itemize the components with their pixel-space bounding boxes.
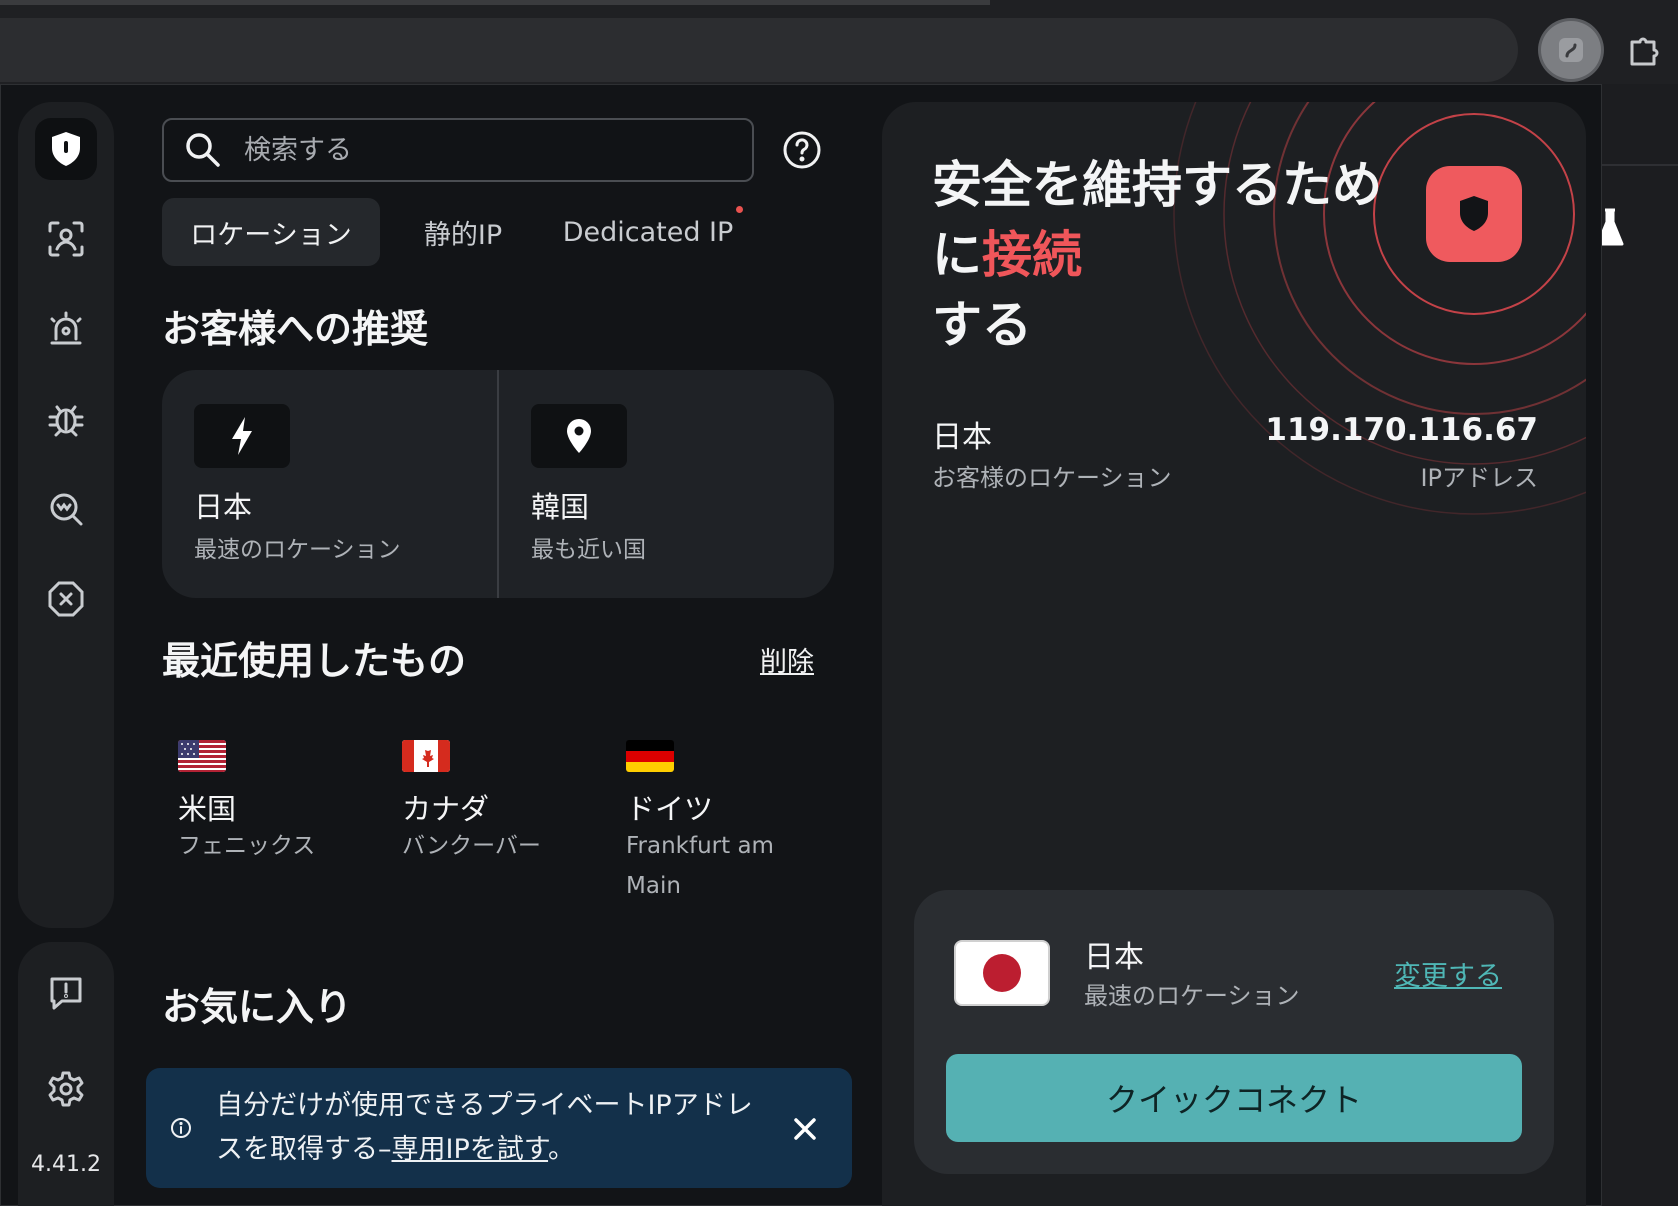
block-icon[interactable] bbox=[35, 568, 97, 630]
tab-location[interactable]: ロケーション bbox=[162, 198, 380, 266]
clear-recent-link[interactable]: 削除 bbox=[760, 640, 814, 679]
search-scan-icon[interactable] bbox=[35, 478, 97, 540]
headline-line2a: に bbox=[932, 226, 982, 284]
banner-suffix: 。 bbox=[548, 1134, 576, 1165]
headline-line3: する bbox=[932, 296, 1032, 354]
ip-address-label: IPアドレス bbox=[1420, 464, 1538, 492]
location-pin-icon bbox=[531, 404, 627, 468]
recommendation-nearest[interactable]: 韓国 最も近い国 bbox=[499, 370, 834, 598]
quick-connect-button[interactable]: クイックコネクト bbox=[946, 1054, 1522, 1142]
help-icon[interactable] bbox=[782, 130, 822, 174]
search-icon bbox=[184, 131, 222, 173]
shield-icon bbox=[1460, 196, 1488, 231]
recent-item-us[interactable]: 米国 フェニックス bbox=[176, 736, 376, 876]
face-scan-icon[interactable] bbox=[35, 208, 97, 270]
search-input[interactable] bbox=[242, 126, 726, 174]
current-location-value: 日本 bbox=[932, 420, 992, 455]
lightning-icon bbox=[194, 404, 290, 468]
close-icon[interactable] bbox=[792, 1116, 818, 1142]
de-flag-icon bbox=[626, 740, 674, 772]
recent-city: フェニックス bbox=[178, 833, 316, 859]
recent-city: Frankfurt am Main bbox=[626, 833, 774, 899]
recommendation-fastest[interactable]: 日本 最速のロケーション bbox=[162, 370, 497, 598]
background-page bbox=[1602, 84, 1678, 1206]
surfshark-logo-icon bbox=[1559, 38, 1583, 62]
info-icon bbox=[170, 1117, 192, 1143]
recent-country: カナダ bbox=[402, 792, 490, 826]
sidebar-nav bbox=[18, 102, 114, 928]
ca-flag-icon bbox=[402, 740, 450, 772]
recent-title: 最近使用したもの bbox=[162, 639, 467, 683]
feedback-icon[interactable] bbox=[35, 962, 97, 1024]
recommendation-name: 韓国 bbox=[531, 490, 590, 524]
notification-dot bbox=[736, 206, 743, 213]
app-version: 4.41.2 bbox=[31, 1152, 101, 1177]
recent-country: ドイツ bbox=[626, 792, 714, 826]
recent-country: 米国 bbox=[178, 792, 237, 826]
tab-static-ip[interactable]: 静的IP bbox=[408, 198, 518, 266]
favorites-title: お気に入り bbox=[162, 985, 353, 1029]
us-flag-icon bbox=[178, 740, 226, 772]
ip-address-value: 119.170.116.67 bbox=[1265, 412, 1538, 448]
extensions-puzzle-icon[interactable] bbox=[1614, 22, 1674, 78]
banner-text: 自分だけが使用できるプライベートIPアドレスを取得する–専用IPを試す。 bbox=[216, 1084, 756, 1172]
recent-item-ca[interactable]: カナダ バンクーバー bbox=[400, 736, 600, 876]
connect-headline: 安全を維持するため に接続 する bbox=[932, 150, 1392, 360]
try-dedicated-ip-link[interactable]: 専用IPを試す bbox=[392, 1134, 549, 1165]
recommendation-name: 日本 bbox=[194, 490, 253, 524]
change-location-link[interactable]: 変更する bbox=[1394, 954, 1502, 993]
connect-shield-button[interactable] bbox=[1426, 166, 1522, 262]
quick-country: 日本 bbox=[1084, 940, 1144, 975]
headline-accent: 接続 bbox=[982, 226, 1082, 284]
headline-line1: 安全を維持するため bbox=[932, 156, 1382, 214]
recommendation-sub: 最速のロケーション bbox=[194, 537, 401, 563]
address-bar[interactable] bbox=[0, 18, 1518, 82]
browser-tabstrip bbox=[0, 0, 990, 5]
tab-dedicated-ip[interactable]: Dedicated IP bbox=[556, 198, 740, 266]
vpn-shield-icon[interactable] bbox=[35, 118, 97, 180]
quick-sub: 最速のロケーション bbox=[1084, 982, 1300, 1010]
recent-city: バンクーバー bbox=[402, 833, 541, 859]
alert-icon[interactable] bbox=[35, 298, 97, 360]
recommendations-title: お客様への推奨 bbox=[162, 307, 429, 351]
recommendation-sub: 最も近い国 bbox=[531, 537, 646, 563]
recent-item-de[interactable]: ドイツ Frankfurt am Main bbox=[624, 736, 824, 916]
current-location-label: お客様のロケーション bbox=[932, 464, 1172, 492]
settings-gear-icon[interactable] bbox=[35, 1058, 97, 1120]
bug-icon[interactable] bbox=[35, 388, 97, 450]
extension-surfshark-button[interactable] bbox=[1538, 18, 1604, 82]
jp-flag-icon bbox=[954, 940, 1050, 1006]
